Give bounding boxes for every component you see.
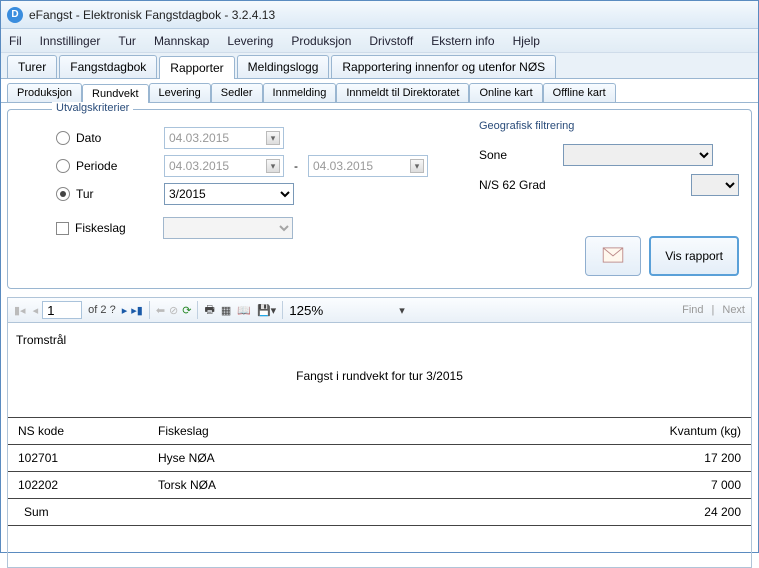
tab-turer[interactable]: Turer: [7, 55, 57, 78]
subtab-innmeldt-direktoratet[interactable]: Innmeldt til Direktoratet: [336, 83, 469, 102]
find-separator: |: [712, 304, 715, 316]
subtab-online-kart[interactable]: Online kart: [469, 83, 542, 102]
page-input[interactable]: [42, 301, 82, 319]
col-kvantum: Kvantum (kg): [601, 418, 751, 445]
menu-ekstern-info[interactable]: Ekstern info: [431, 34, 494, 48]
report-title: Fangst i rundvekt for tur 3/2015: [8, 351, 751, 417]
radio-tur[interactable]: [56, 187, 70, 201]
nav-last-icon[interactable]: ▸▮: [131, 304, 143, 317]
window-titlebar: D eFangst - Elektronisk Fangstdagbok - 3…: [1, 1, 758, 29]
nav-first-icon[interactable]: ▮◂: [14, 305, 26, 317]
vessel-name: Tromstrål: [8, 323, 751, 351]
label-tur: Tur: [76, 187, 164, 201]
table-row: 102202 Torsk NØA 7 000: [8, 472, 751, 499]
print-icon[interactable]: 🖶: [204, 301, 214, 320]
label-dato: Dato: [76, 131, 164, 145]
next-label[interactable]: Next: [722, 304, 745, 316]
menu-produksjon[interactable]: Produksjon: [291, 34, 351, 48]
menu-tur[interactable]: Tur: [118, 34, 136, 48]
geo-filter-group: Geografisk filtrering Sone N/S 62 Grad: [479, 120, 739, 200]
fiskeslag-select[interactable]: [163, 217, 293, 239]
tab-rapportering-nos[interactable]: Rapportering innenfor og utenfor NØS: [331, 55, 556, 78]
nav-prev-icon[interactable]: ◂: [33, 305, 39, 317]
subtab-produksjon[interactable]: Produksjon: [7, 83, 82, 102]
ns62-select[interactable]: [691, 174, 739, 196]
label-ns62: N/S 62 Grad: [479, 178, 563, 192]
report-toolbar: ▮◂ ◂ of 2 ? ▸ ▸▮ ⬅ ⊘ ⟳ 🖶 ▦ 📖 💾▾ ▾ Find |…: [7, 297, 752, 323]
radio-dato[interactable]: [56, 131, 70, 145]
back-icon[interactable]: ⬅: [156, 304, 165, 317]
sub-tabs: Produksjon Rundvekt Levering Sedler Innm…: [1, 79, 758, 103]
refresh-icon[interactable]: ⟳: [182, 304, 191, 317]
subtab-offline-kart[interactable]: Offline kart: [543, 83, 616, 102]
subtab-rundvekt[interactable]: Rundvekt: [82, 84, 148, 103]
menu-hjelp[interactable]: Hjelp: [513, 34, 540, 48]
email-button[interactable]: [585, 236, 641, 276]
label-fiskeslag: Fiskeslag: [75, 221, 163, 235]
zoom-select[interactable]: [289, 303, 359, 318]
report-viewer: Tromstrål Fangst i rundvekt for tur 3/20…: [7, 323, 752, 568]
subtab-levering[interactable]: Levering: [149, 83, 211, 102]
tab-rapporter[interactable]: Rapporter: [159, 56, 234, 79]
menu-innstillinger[interactable]: Innstillinger: [40, 34, 101, 48]
table-row: 102701 Hyse NØA 17 200: [8, 445, 751, 472]
tur-select[interactable]: 3/2015: [164, 183, 294, 205]
menu-mannskap[interactable]: Mannskap: [154, 34, 209, 48]
calendar-icon[interactable]: ▾: [266, 159, 280, 173]
find-label[interactable]: Find: [682, 304, 703, 316]
periode-separator: -: [294, 159, 298, 173]
sone-select[interactable]: [563, 144, 713, 166]
menu-levering[interactable]: Levering: [227, 34, 273, 48]
export-icon[interactable]: 💾▾: [257, 304, 276, 317]
col-fiskeslag: Fiskeslag: [148, 418, 601, 445]
subtab-innmelding[interactable]: Innmelding: [263, 83, 337, 102]
table-sum-row: Sum 24 200: [8, 499, 751, 526]
geo-legend: Geografisk filtrering: [479, 120, 739, 132]
nav-next-icon[interactable]: ▸: [122, 304, 128, 317]
menu-drivstoff[interactable]: Drivstoff: [369, 34, 413, 48]
vis-rapport-button[interactable]: Vis rapport: [649, 236, 739, 276]
calendar-icon[interactable]: ▾: [410, 159, 424, 173]
col-ns-kode: NS kode: [8, 418, 148, 445]
menubar: Fil Innstillinger Tur Mannskap Levering …: [1, 29, 758, 53]
label-sone: Sone: [479, 148, 563, 162]
stop-icon[interactable]: ⊘: [169, 304, 178, 317]
envelope-icon: [602, 247, 624, 266]
calendar-icon[interactable]: ▾: [266, 131, 280, 145]
report-table: NS kode Fiskeslag Kvantum (kg) 102701 Hy…: [8, 417, 751, 526]
zoom-dropdown-icon[interactable]: ▾: [399, 304, 405, 317]
group-legend: Utvalgskriterier: [52, 102, 133, 114]
main-tabs: Turer Fangstdagbok Rapporter Meldingslog…: [1, 53, 758, 79]
app-icon: D: [7, 7, 23, 23]
tab-meldingslogg[interactable]: Meldingslogg: [237, 55, 330, 78]
radio-periode[interactable]: [56, 159, 70, 173]
page-setup-icon[interactable]: 📖: [237, 304, 251, 317]
menu-fil[interactable]: Fil: [9, 34, 22, 48]
window-title: eFangst - Elektronisk Fangstdagbok - 3.2…: [29, 8, 275, 22]
page-of-label: of 2 ?: [88, 304, 116, 316]
print-layout-icon[interactable]: ▦: [221, 304, 231, 317]
checkbox-fiskeslag[interactable]: [56, 222, 69, 235]
tab-fangstdagbok[interactable]: Fangstdagbok: [59, 55, 157, 78]
label-periode: Periode: [76, 159, 164, 173]
utvalgskriterier-group: Utvalgskriterier Dato ▾ Periode ▾ - ▾ Tu…: [7, 109, 752, 289]
subtab-sedler[interactable]: Sedler: [211, 83, 263, 102]
